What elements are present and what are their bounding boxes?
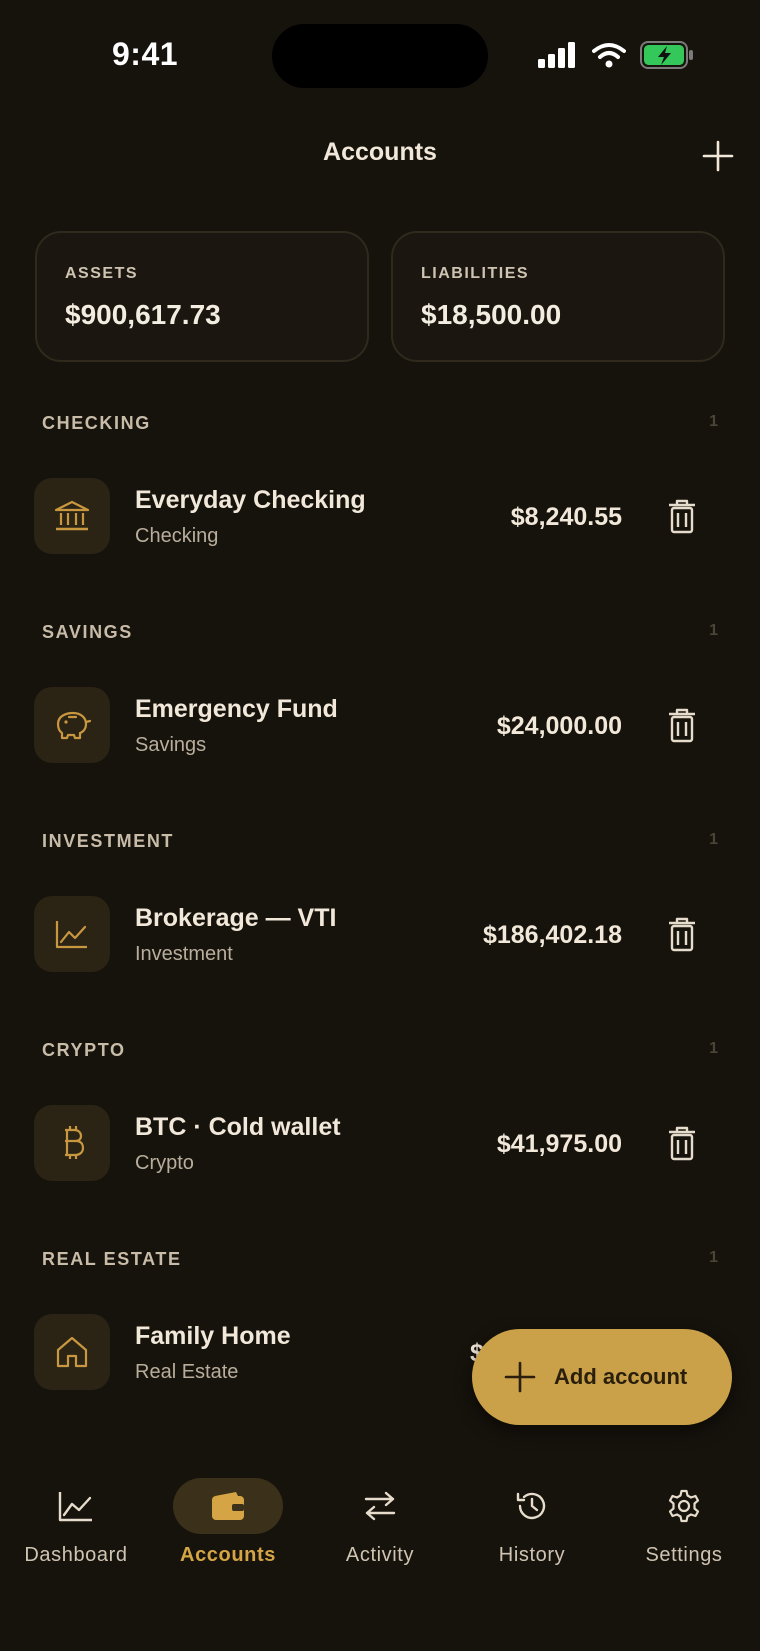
- account-type: Real Estate: [135, 1361, 239, 1383]
- tab-accounts[interactable]: Accounts: [152, 1478, 304, 1578]
- plus-icon: [504, 1361, 536, 1393]
- wallet-icon: [212, 1492, 244, 1520]
- delete-account-button[interactable]: [662, 705, 702, 745]
- section-header-real-estate: REAL ESTATE 1: [42, 1249, 718, 1271]
- tab-icon-pill: [629, 1478, 739, 1534]
- tab-label: Settings: [645, 1544, 723, 1566]
- tab-settings[interactable]: Settings: [608, 1478, 760, 1578]
- trash-icon: [669, 1126, 695, 1161]
- account-type: Investment: [135, 943, 233, 965]
- liabilities-card: LIABILITIES $18,500.00: [391, 231, 725, 362]
- section-title: CRYPTO: [42, 1040, 126, 1060]
- section-header-crypto: CRYPTO 1: [42, 1040, 718, 1062]
- account-row-btc-cold-wallet[interactable]: BTC · Cold wallet Crypto $41,975.00: [34, 1105, 726, 1181]
- account-icon-tile: [34, 687, 110, 763]
- history-icon: [516, 1492, 546, 1520]
- tab-history[interactable]: History: [456, 1478, 608, 1578]
- assets-card: ASSETS $900,617.73: [35, 231, 369, 362]
- section-count: 1: [709, 622, 718, 639]
- section-title: SAVINGS: [42, 622, 133, 642]
- bitcoin-icon: [65, 1126, 85, 1159]
- status-bar: 9:41: [0, 0, 760, 110]
- trash-icon: [669, 708, 695, 743]
- plus-icon: [702, 140, 734, 172]
- tab-dashboard[interactable]: Dashboard: [0, 1478, 152, 1578]
- section-count: 1: [709, 1249, 718, 1266]
- delete-account-button[interactable]: [662, 496, 702, 536]
- house-icon: [56, 1336, 88, 1368]
- section-count: 1: [709, 413, 718, 430]
- tab-icon-pill: [173, 1478, 283, 1534]
- account-icon-tile: [34, 1314, 110, 1390]
- section-title: REAL ESTATE: [42, 1249, 182, 1269]
- liabilities-label: LIABILITIES: [421, 265, 530, 282]
- delete-account-button[interactable]: [662, 914, 702, 954]
- section-title: CHECKING: [42, 413, 151, 433]
- line-chart-icon: [55, 921, 87, 949]
- account-balance: $41,975.00: [496, 1130, 622, 1158]
- tab-icon-pill: [325, 1478, 435, 1534]
- tab-label: Activity: [345, 1544, 415, 1566]
- tab-activity[interactable]: Activity: [304, 1478, 456, 1578]
- gear-icon: [668, 1489, 700, 1523]
- cellular-signal-icon: [538, 42, 575, 68]
- account-name: Emergency Fund: [135, 695, 338, 723]
- account-balance: $8,240.55: [510, 503, 622, 531]
- section-header-investment: INVESTMENT 1: [42, 831, 718, 853]
- wifi-icon: [592, 43, 626, 68]
- tab-label: Accounts: [180, 1544, 276, 1566]
- assets-label: ASSETS: [65, 265, 139, 282]
- add-account-button[interactable]: Add account: [472, 1329, 732, 1425]
- account-icon-tile: [34, 896, 110, 972]
- account-type: Savings: [135, 734, 207, 756]
- account-name: Brokerage — VTI: [135, 904, 337, 932]
- add-account-top-button[interactable]: [700, 138, 736, 174]
- trash-icon: [669, 917, 695, 952]
- section-count: 1: [709, 831, 718, 848]
- chart-icon: [58, 1492, 92, 1522]
- tab-bar: Dashboard Accounts Activity History Sett…: [0, 1468, 760, 1651]
- account-row-emergency-fund[interactable]: Emergency Fund Savings $24,000.00: [34, 687, 726, 763]
- account-row-everyday-checking[interactable]: Everyday Checking Checking $8,240.55: [34, 478, 726, 554]
- tab-icon-pill: [21, 1478, 131, 1534]
- account-name: BTC · Cold wallet: [135, 1113, 341, 1141]
- dynamic-island: [272, 24, 488, 88]
- account-name: Family Home: [135, 1322, 291, 1350]
- account-row-brokerage-vti[interactable]: Brokerage — VTI Investment $186,402.18: [34, 896, 726, 972]
- battery-charging-icon: [640, 41, 693, 69]
- piggy-bank-icon: [56, 711, 92, 740]
- section-header-savings: SAVINGS 1: [42, 622, 718, 644]
- tab-label: Dashboard: [24, 1544, 128, 1566]
- account-icon-tile: [34, 1105, 110, 1181]
- trash-icon: [669, 499, 695, 534]
- transfer-arrows-icon: [364, 1491, 396, 1521]
- add-account-label: Add account: [554, 1364, 688, 1389]
- account-type: Crypto: [135, 1152, 194, 1174]
- delete-account-button[interactable]: [662, 1123, 702, 1163]
- status-icons: [538, 40, 694, 70]
- status-time: 9:41: [112, 36, 179, 72]
- section-title: INVESTMENT: [42, 831, 175, 851]
- tab-icon-pill: [477, 1478, 587, 1534]
- account-balance: $24,000.00: [496, 712, 622, 740]
- account-name: Everyday Checking: [135, 486, 366, 514]
- section-count: 1: [709, 1040, 718, 1057]
- account-balance: $186,402.18: [482, 921, 622, 949]
- tab-label: History: [498, 1544, 566, 1566]
- assets-value: $900,617.73: [65, 299, 221, 330]
- account-type: Checking: [135, 525, 219, 547]
- section-header-checking: CHECKING 1: [42, 413, 718, 435]
- liabilities-value: $18,500.00: [421, 299, 562, 330]
- page-title: Accounts: [323, 138, 437, 166]
- account-icon-tile: [34, 478, 110, 554]
- bank-icon: [54, 500, 90, 531]
